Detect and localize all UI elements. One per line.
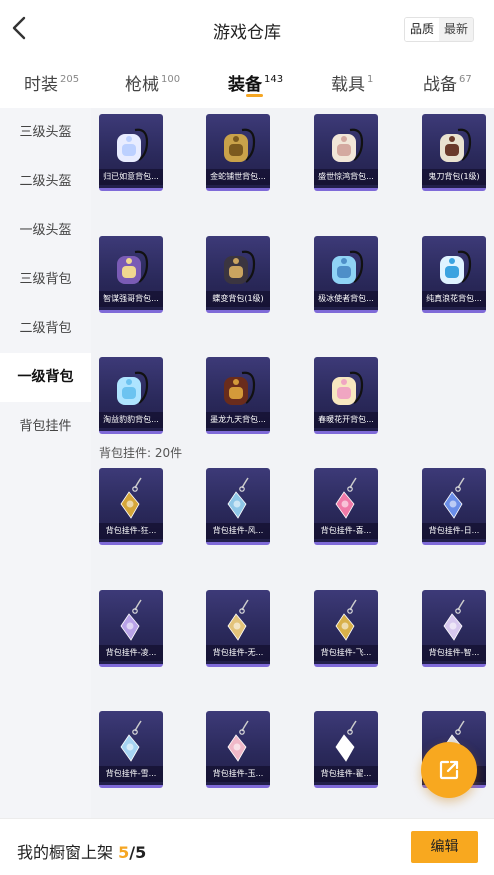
sort-toggle: 品质 最新 xyxy=(404,17,474,42)
item-card[interactable]: 春暖花开背包... xyxy=(314,357,378,434)
blue-ring-charm-icon xyxy=(430,474,478,522)
item-card[interactable]: 背包挂件-无... xyxy=(206,590,270,667)
flower-backpack-icon xyxy=(322,120,370,168)
showcase-status: 我的橱窗上架 5/5 xyxy=(17,843,147,862)
sidebar-item[interactable]: 三级背包 xyxy=(0,255,91,304)
item-card[interactable]: 淘益豹豹背包... xyxy=(99,357,163,434)
tab-weapons[interactable]: 枪械 100 xyxy=(125,70,180,95)
blue-bow-charm-icon xyxy=(107,717,155,765)
item-label: 背包挂件-风... xyxy=(206,523,270,539)
item-card[interactable]: 鬼刀背包(1级) xyxy=(422,114,486,191)
item-card[interactable]: 纯真浪花背包... xyxy=(422,236,486,313)
item-grid: 背包挂件: 20件 归已如意背包... 金蛇铺世背包... 盛世惊鸿背包... 鬼刀背… xyxy=(91,108,494,818)
dragon-backpack-icon xyxy=(214,363,262,411)
item-card[interactable]: 背包挂件-狂... xyxy=(99,468,163,545)
item-label: 智谋强哥背包... xyxy=(99,291,163,307)
bunny-backpack-icon xyxy=(107,120,155,168)
item-label: 鬼刀背包(1级) xyxy=(422,169,486,185)
sidebar-item[interactable]: 一级背包 xyxy=(0,353,91,402)
tab-fashion[interactable]: 时装 205 xyxy=(24,70,79,95)
section-header-charms: 背包挂件: 20件 xyxy=(99,446,183,460)
sidebar-item[interactable]: 背包挂件 xyxy=(0,402,91,451)
item-label: 春暖花开背包... xyxy=(314,412,378,428)
item-card[interactable]: 背包挂件-飞... xyxy=(314,590,378,667)
item-label: 背包挂件-玉... xyxy=(206,766,270,782)
sort-newest-button[interactable]: 最新 xyxy=(439,18,473,41)
item-card[interactable]: 蝶变背包(1级) xyxy=(206,236,270,313)
gem-charm-icon xyxy=(214,596,262,644)
edit-button[interactable]: 编辑 xyxy=(411,831,478,863)
share-fab-button[interactable] xyxy=(421,742,477,798)
item-label: 背包挂件-翟... xyxy=(314,766,378,782)
item-card[interactable]: 金蛇铺世背包... xyxy=(206,114,270,191)
item-card[interactable]: 智谋强哥背包... xyxy=(99,236,163,313)
wind-tag-charm-icon xyxy=(214,474,262,522)
share-external-icon xyxy=(439,760,459,780)
item-card[interactable]: 背包挂件-喜... xyxy=(314,468,378,545)
ghost-blade-backpack-icon xyxy=(430,120,478,168)
ice-backpack-icon xyxy=(322,242,370,290)
sidebar-item[interactable]: 二级头盔 xyxy=(0,157,91,206)
sidebar-item[interactable]: 三级头盔 xyxy=(0,108,91,157)
item-card[interactable]: 背包挂件-智... xyxy=(422,590,486,667)
item-card[interactable]: 墨龙九天背包... xyxy=(206,357,270,434)
purple-mask-backpack-icon xyxy=(107,242,155,290)
item-card[interactable]: 盛世惊鸿背包... xyxy=(314,114,378,191)
tab-equipment[interactable]: 装备 143 xyxy=(228,70,283,95)
sidebar-item[interactable]: 一级头盔 xyxy=(0,206,91,255)
tab-vehicles[interactable]: 载具 1 xyxy=(331,70,373,95)
drink-cup-backpack-icon xyxy=(430,242,478,290)
item-label: 背包挂件-喜... xyxy=(314,523,378,539)
sidebar: 三级头盔 二级头盔 一级头盔 三级背包 二级背包 一级背包 背包挂件 xyxy=(0,108,91,818)
panda-charm-icon xyxy=(322,717,370,765)
item-card[interactable]: 背包挂件-风... xyxy=(206,468,270,545)
pink-bow-charm-icon xyxy=(322,474,370,522)
item-label: 背包挂件-凌... xyxy=(99,645,163,661)
golden-cross-charm-icon xyxy=(322,596,370,644)
item-label: 背包挂件-飞... xyxy=(314,645,378,661)
sidebar-item[interactable]: 二级背包 xyxy=(0,304,91,353)
top-bar: 游戏仓库 品质 最新 xyxy=(0,0,494,60)
item-card[interactable]: 背包挂件-翟... xyxy=(314,711,378,788)
item-label: 背包挂件-雪... xyxy=(99,766,163,782)
item-label: 背包挂件-日... xyxy=(422,523,486,539)
item-label: 背包挂件-智... xyxy=(422,645,486,661)
black-butterfly-backpack-icon xyxy=(214,242,262,290)
item-label: 金蛇铺世背包... xyxy=(206,169,270,185)
item-label: 归已如意背包... xyxy=(99,169,163,185)
item-label: 极冰使者背包... xyxy=(314,291,378,307)
purple-crystal-charm-icon xyxy=(107,596,155,644)
category-tabs: 时装 205 枪械 100 装备 143 载具 1 战备 67 xyxy=(0,60,494,108)
item-card[interactable]: 背包挂件-凌... xyxy=(99,590,163,667)
item-label: 墨龙九天背包... xyxy=(206,412,270,428)
item-label: 盛世惊鸿背包... xyxy=(314,169,378,185)
showcase-footer: 我的橱窗上架 5/5 编辑 xyxy=(0,818,494,875)
rabbit-charm-icon xyxy=(214,717,262,765)
golden-claw-charm-icon xyxy=(107,474,155,522)
golden-snake-backpack-icon xyxy=(214,120,262,168)
item-card[interactable]: 归已如意背包... xyxy=(99,114,163,191)
item-label: 纯真浪花背包... xyxy=(422,291,486,307)
star-charm-icon xyxy=(430,596,478,644)
active-tab-indicator xyxy=(246,94,263,97)
item-label: 背包挂件-狂... xyxy=(99,523,163,539)
item-card[interactable]: 极冰使者背包... xyxy=(314,236,378,313)
item-label: 淘益豹豹背包... xyxy=(99,412,163,428)
item-card[interactable]: 背包挂件-玉... xyxy=(206,711,270,788)
spring-flower-backpack-icon xyxy=(322,363,370,411)
item-label: 蝶变背包(1级) xyxy=(206,291,270,307)
blue-blob-backpack-icon xyxy=(107,363,155,411)
item-card[interactable]: 背包挂件-雪... xyxy=(99,711,163,788)
tab-supplies[interactable]: 战备 67 xyxy=(423,70,472,95)
item-label: 背包挂件-无... xyxy=(206,645,270,661)
item-card[interactable]: 背包挂件-日... xyxy=(422,468,486,545)
sort-quality-button[interactable]: 品质 xyxy=(405,18,439,41)
